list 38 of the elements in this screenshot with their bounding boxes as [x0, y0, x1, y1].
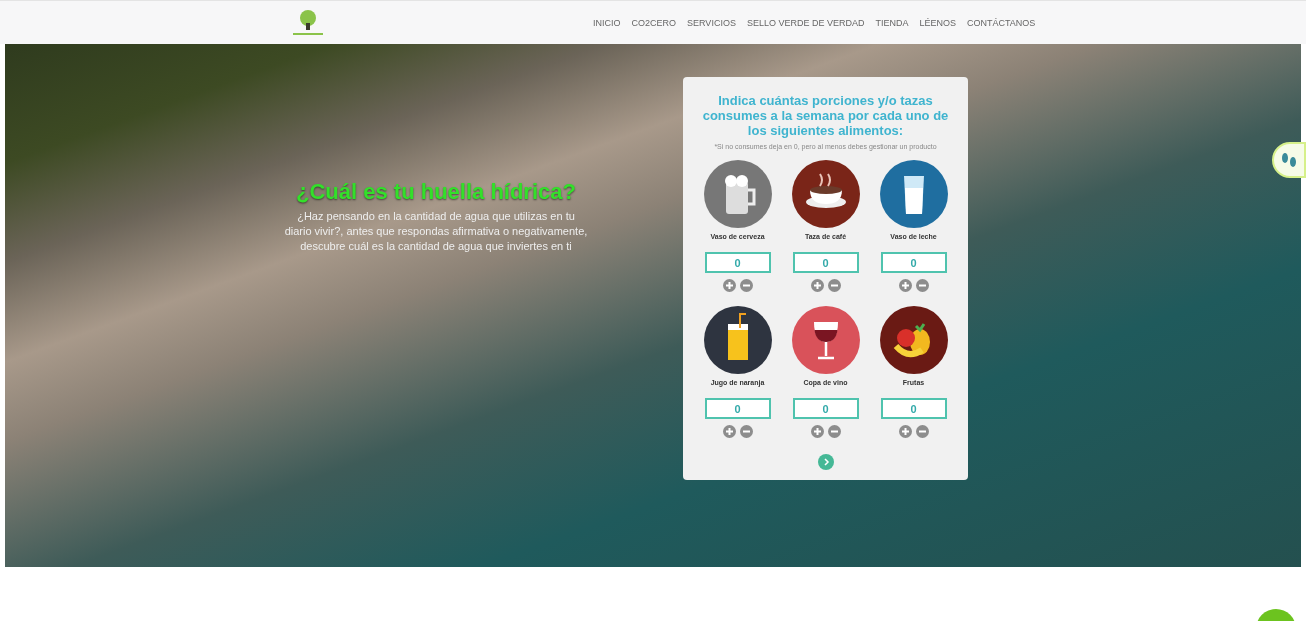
fruit-icon [879, 306, 948, 374]
plus-icon [812, 281, 822, 290]
plus-button[interactable] [722, 279, 736, 292]
juice-icon [703, 306, 772, 374]
minus-button[interactable] [739, 279, 753, 292]
minus-button[interactable] [827, 425, 841, 438]
plus-button[interactable] [898, 425, 912, 438]
nav-link[interactable]: SELLO VERDE DE VERDAD [746, 17, 865, 28]
plus-button[interactable] [898, 279, 912, 292]
minus-button[interactable] [915, 279, 929, 292]
minus-button[interactable] [827, 279, 841, 292]
plus-icon [724, 281, 734, 290]
plus-icon [900, 281, 910, 290]
card-title: Indica cuántas porciones y/o tazas consumes a la semana por cada uno de los siguientes alimentos: [701, 93, 950, 138]
wine-icon [791, 306, 860, 374]
nav-link[interactable]: CO2CERO [631, 17, 677, 28]
beer-icon [703, 160, 772, 228]
coffee-icon [791, 160, 860, 228]
nav-link[interactable]: LÉENOS [919, 17, 956, 28]
plus-icon [724, 427, 734, 436]
plus-button[interactable] [810, 425, 824, 438]
nav-link[interactable]: TIENDA [875, 17, 909, 28]
plus-icon [900, 427, 910, 436]
hero-text: ¿Haz pensando en la cantidad de agua que utilizas en tu diario vivir?, antes que respondas afirmativa o negativamente, descubre cuál es la cantidad de agua que inviertes en ti [283, 209, 589, 254]
nav-link[interactable]: SERVICIOS [687, 17, 736, 28]
next-button[interactable] [817, 454, 834, 470]
footprints-button[interactable] [1272, 142, 1306, 178]
plus-button[interactable] [722, 425, 736, 438]
minus-button[interactable] [739, 425, 753, 438]
plus-button[interactable] [810, 279, 824, 292]
hero-title: ¿Cuál es tu huella hídrica? [296, 179, 576, 205]
milk-icon [879, 160, 948, 228]
footprints-icon [1280, 150, 1298, 170]
plus-icon [812, 427, 822, 436]
chevron-right-icon [821, 458, 830, 466]
nav-link[interactable]: CONTÁCTANOS [966, 17, 1036, 28]
nav-link[interactable]: INICIO [593, 17, 621, 28]
minus-button[interactable] [915, 425, 929, 438]
